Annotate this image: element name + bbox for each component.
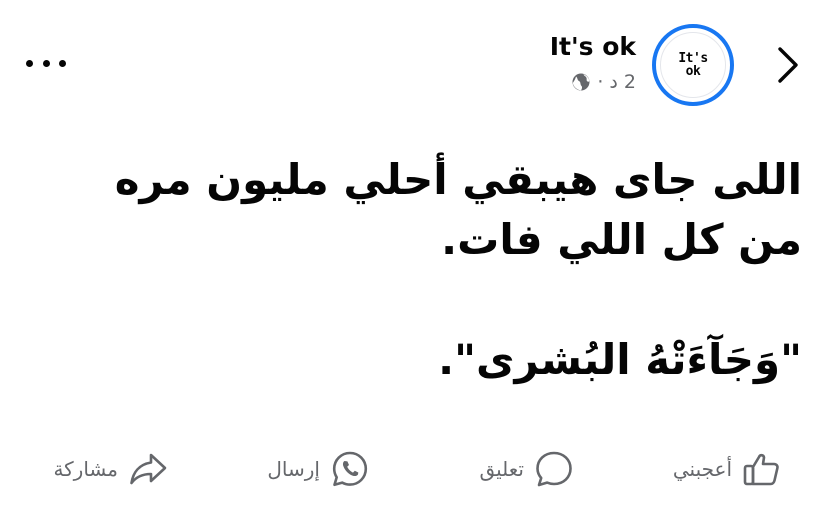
post-paragraph-2: "وَجَآءَتْهُ البُشرى". [438, 335, 802, 384]
author-name[interactable]: It's ok [550, 32, 636, 62]
globe-icon[interactable] [571, 72, 591, 92]
comment-label: تعليق [479, 457, 524, 481]
chevron-right-icon [778, 47, 798, 83]
share-label: مشاركة [53, 457, 118, 481]
more-dot-icon [59, 59, 66, 67]
send-button[interactable]: إرسال [267, 446, 370, 492]
more-options-button[interactable] [22, 48, 70, 78]
post-meta: 2 د · [571, 70, 636, 94]
avatar-logo: It's ok [660, 32, 726, 98]
avatar[interactable]: It's ok [652, 24, 734, 106]
post-body: اللى جاى هيبقي أحلي مليون مره من كل اللي… [40, 150, 802, 390]
whatsapp-icon [332, 451, 368, 487]
share-button[interactable]: مشاركة [53, 446, 168, 492]
comment-button[interactable]: تعليق [479, 446, 574, 492]
meta-separator: · [597, 71, 604, 93]
post-paragraph-1: اللى جاى هيبقي أحلي مليون مره من كل اللي… [114, 155, 802, 264]
avatar-logo-line2: ok [685, 64, 701, 79]
share-arrow-icon [130, 453, 167, 485]
post-header: It's ok It's ok 2 د · [0, 0, 828, 130]
more-dot-icon [26, 59, 33, 67]
send-label: إرسال [267, 457, 320, 481]
action-bar: أعجبني تعليق إرسال مشاركة [0, 438, 828, 502]
back-button[interactable] [770, 44, 806, 86]
thumbs-up-icon [743, 453, 779, 486]
post-time: 2 د [609, 71, 636, 93]
comment-icon [536, 451, 572, 487]
like-label: أعجبني [672, 457, 732, 481]
like-button[interactable]: أعجبني [673, 446, 782, 492]
more-dot-icon [42, 59, 50, 67]
